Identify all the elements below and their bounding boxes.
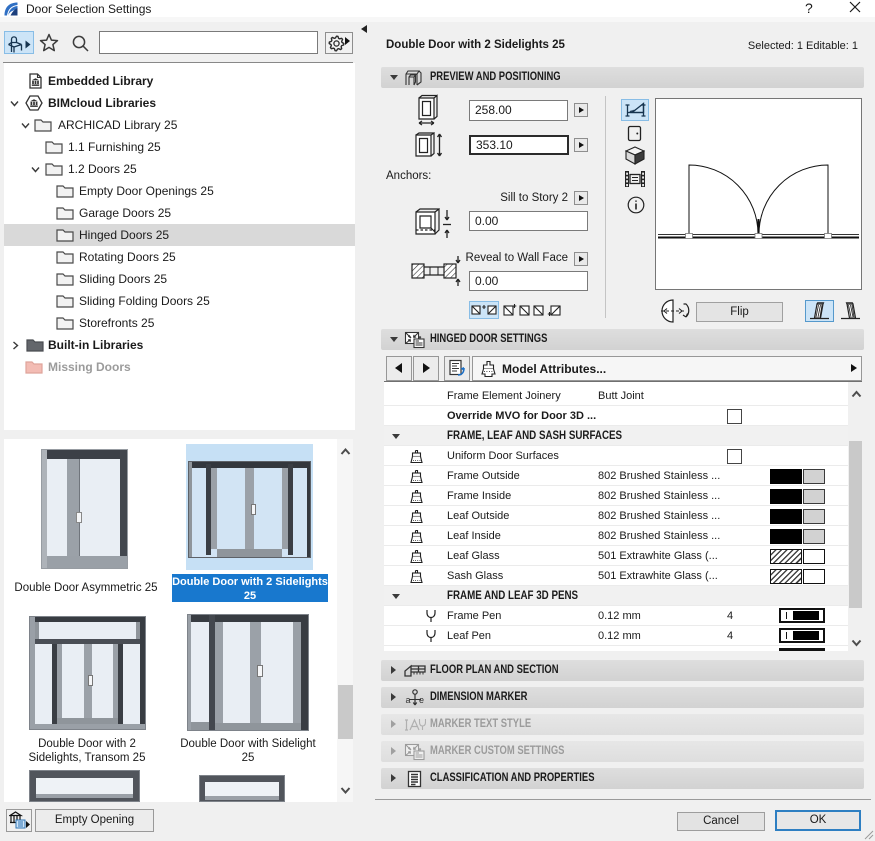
svg-text:a: a [406, 695, 411, 705]
svg-text:e: e [419, 695, 424, 705]
